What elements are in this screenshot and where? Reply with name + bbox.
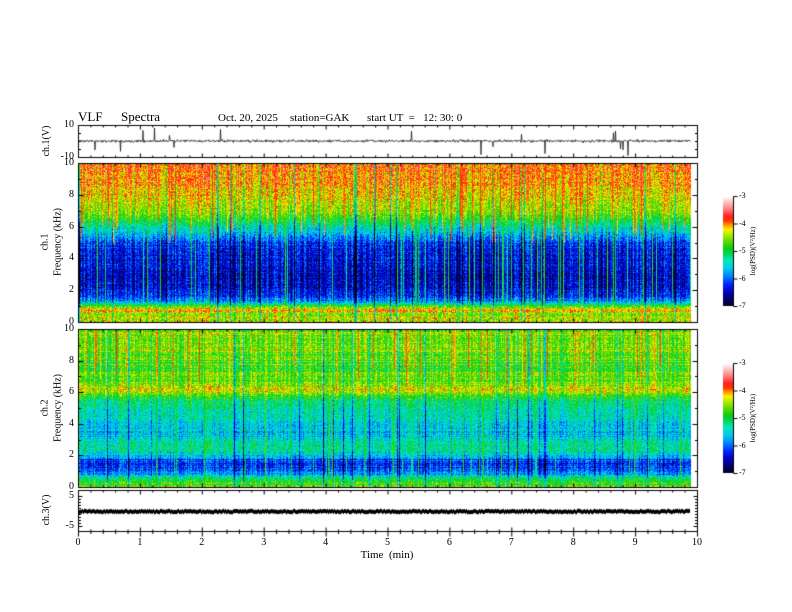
- y-tick-label: 2: [69, 449, 74, 461]
- y-tick-label: 4: [69, 252, 74, 264]
- colorbar-tick-label: -4: [739, 218, 746, 228]
- x-tick-label: 0: [75, 537, 81, 548]
- x-tick-label: 9: [632, 537, 638, 548]
- colorbar-tick-label: -6: [739, 273, 746, 283]
- vlf-spectra-figure: VLF Spectra Oct. 20, 2025 station=GAK st…: [0, 0, 792, 612]
- x-tick-label: 10: [692, 537, 702, 548]
- x-tick-label: 3: [261, 537, 267, 548]
- colorbar-tick-label: -3: [739, 358, 746, 367]
- ch1-frequency-axis-label: ch.1 Frequency (kHz): [39, 207, 64, 277]
- start-ut-label: start UT = 12: 30: 0: [367, 112, 463, 124]
- y-tick-label: 8: [69, 188, 74, 200]
- x-tick-label: 4: [323, 537, 329, 548]
- colorbar-tick-label: -7: [739, 468, 746, 477]
- figure-date: Oct. 20, 2025: [218, 112, 278, 124]
- y-tick-label: 6: [69, 386, 74, 398]
- colorbar-tick-label: -6: [739, 440, 746, 450]
- figure-title: VLF Spectra: [78, 109, 161, 124]
- y-tick-label: -5: [65, 519, 74, 531]
- x-tick-label: 6: [446, 537, 452, 548]
- colorbar-tick-label: -4: [739, 385, 746, 395]
- y-tick-label: 10: [64, 323, 74, 334]
- plot-canvas: [0, 0, 792, 612]
- colorbar-tick-label: -5: [739, 413, 746, 422]
- x-tick-label: 1: [137, 537, 143, 548]
- time-axis-label: Time (min): [360, 549, 414, 561]
- station-label: station=GAK: [290, 112, 350, 124]
- y-tick-label: 5: [69, 489, 74, 501]
- x-tick-label: 8: [570, 537, 576, 548]
- colorbar-tick-label: -7: [739, 301, 746, 310]
- colorbar-tick-label: -5: [739, 246, 746, 255]
- y-tick-label: 8: [69, 354, 74, 366]
- x-tick-label: 2: [199, 537, 205, 548]
- x-tick-label: 7: [508, 537, 514, 548]
- y-tick-label: 2: [69, 284, 74, 296]
- colorbar-tick-label: -3: [739, 191, 746, 200]
- y-tick-label: 6: [69, 220, 74, 232]
- x-tick-label: 5: [385, 537, 390, 548]
- y-tick-label: 10: [64, 157, 74, 168]
- ch2-frequency-axis-label: ch.2 Frequency (kHz): [39, 373, 64, 443]
- y-tick-label: 4: [69, 417, 74, 429]
- y-tick-label: 10: [64, 119, 74, 130]
